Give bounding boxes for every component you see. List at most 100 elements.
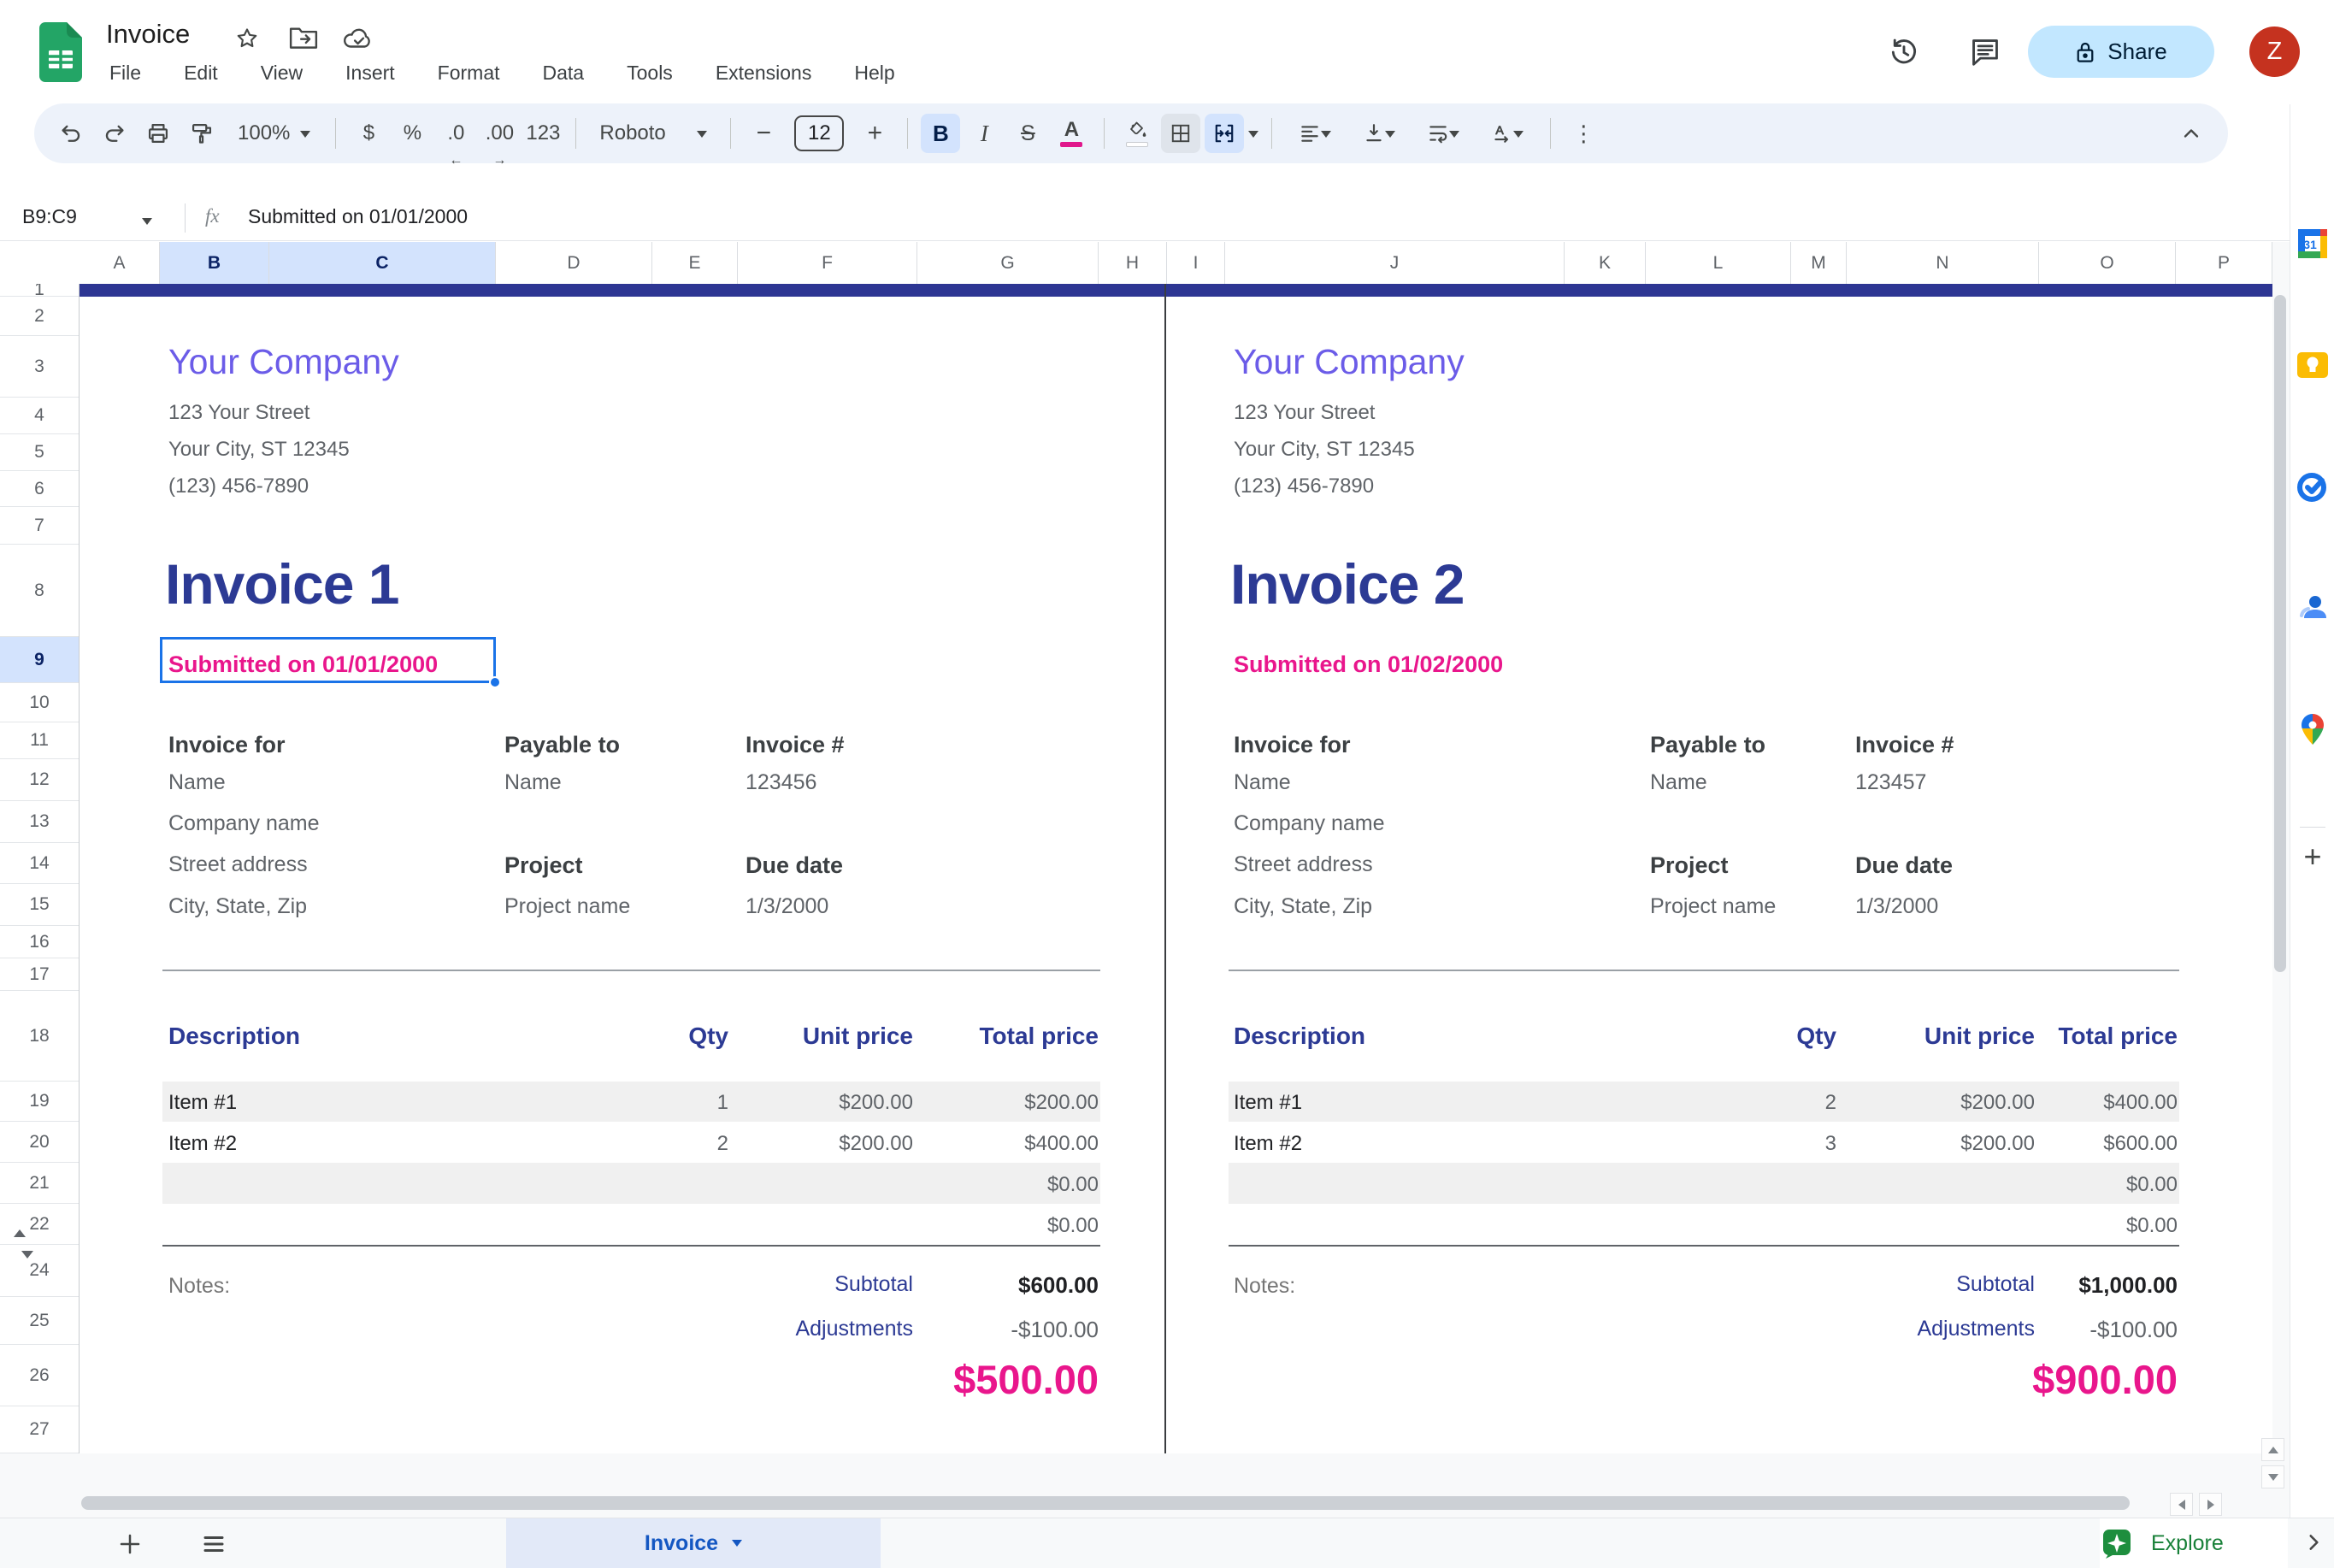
horizontal-align-button[interactable] [1285, 114, 1345, 153]
column-header-N[interactable]: N [1847, 242, 2039, 284]
adjustments-value[interactable]: -$100.00 [808, 1317, 1099, 1343]
adjustments-value[interactable]: -$100.00 [1887, 1317, 2178, 1343]
invoice-number-label[interactable]: Invoice # [746, 732, 845, 758]
grand-total[interactable]: $900.00 [1887, 1356, 2178, 1403]
vertical-scrollbar[interactable] [2274, 295, 2286, 972]
row-header-15[interactable]: 15 [0, 884, 79, 926]
company-street[interactable]: 123 Your Street [1234, 401, 1375, 425]
redo-button[interactable] [95, 114, 134, 153]
item-total[interactable]: $0.00 [808, 1214, 1099, 1238]
row-header-3[interactable]: 3 [0, 336, 79, 398]
star-icon[interactable] [234, 26, 260, 51]
merge-cells-button[interactable] [1205, 114, 1244, 153]
column-header-K[interactable]: K [1565, 242, 1646, 284]
decrease-font-size-button[interactable]: − [744, 114, 783, 153]
get-addons-button[interactable]: + [2297, 841, 2328, 872]
item-total[interactable]: $600.00 [1887, 1132, 2178, 1156]
bill-name[interactable]: Name [168, 770, 226, 795]
col-description[interactable]: Description [168, 1023, 300, 1050]
row-header-18[interactable]: 18 [0, 991, 79, 1082]
item-desc[interactable]: Item #2 [168, 1132, 237, 1156]
project-label[interactable]: Project [504, 852, 583, 879]
font-select[interactable]: Roboto [589, 114, 717, 153]
row-header-25[interactable]: 25 [0, 1297, 79, 1345]
due-date-label[interactable]: Due date [1855, 852, 1953, 879]
fill-handle[interactable] [489, 676, 501, 688]
row-header-2[interactable]: 2 [0, 297, 79, 336]
vertical-align-button[interactable] [1349, 114, 1409, 153]
version-history-icon[interactable] [1888, 36, 1920, 68]
row-header-14[interactable]: 14 [0, 843, 79, 884]
row-header-11[interactable]: 11 [0, 722, 79, 759]
formula-input[interactable]: Submitted on 01/01/2000 [248, 205, 468, 228]
item-total[interactable]: $0.00 [808, 1173, 1099, 1197]
paint-format-button[interactable] [182, 114, 221, 153]
hidden-row-expand-up-button[interactable] [14, 1229, 26, 1237]
column-header-M[interactable]: M [1791, 242, 1847, 284]
invoice-number-label[interactable]: Invoice # [1855, 732, 1954, 758]
due-date[interactable]: 1/3/2000 [746, 894, 828, 919]
column-header-E[interactable]: E [652, 242, 738, 284]
column-header-H[interactable]: H [1099, 242, 1167, 284]
column-header-F[interactable]: F [738, 242, 917, 284]
item-desc[interactable]: Item #1 [1234, 1091, 1302, 1115]
notes-label[interactable]: Notes: [1234, 1274, 1295, 1299]
text-rotation-button[interactable]: A [1477, 114, 1537, 153]
column-header-D[interactable]: D [496, 242, 652, 284]
horizontal-scrollbar[interactable] [81, 1496, 2130, 1510]
borders-button[interactable] [1161, 114, 1200, 153]
column-header-C[interactable]: C [269, 242, 496, 284]
scroll-down-button[interactable] [2261, 1465, 2284, 1488]
row-header-8[interactable]: 8 [0, 545, 79, 637]
bill-company[interactable]: Company name [1234, 811, 1384, 836]
bill-city[interactable]: City, State, Zip [1234, 894, 1372, 919]
row-header-26[interactable]: 26 [0, 1345, 79, 1406]
column-header-A[interactable]: A [80, 242, 160, 284]
contacts-icon[interactable] [2294, 589, 2331, 627]
invoice-for-label[interactable]: Invoice for [168, 732, 286, 758]
explore-button[interactable]: Explore [2100, 1518, 2288, 1568]
merge-options-caret[interactable] [1248, 131, 1258, 143]
bill-company[interactable]: Company name [168, 811, 319, 836]
menu-file[interactable]: File [103, 58, 148, 88]
format-percent-button[interactable]: % [392, 114, 432, 153]
project-name[interactable]: Project name [1650, 894, 1776, 919]
row-header-19[interactable]: 19 [0, 1082, 79, 1122]
column-header-P[interactable]: P [2176, 242, 2272, 284]
company-street[interactable]: 123 Your Street [168, 401, 309, 425]
format-currency-button[interactable]: $ [349, 114, 388, 153]
item-total[interactable]: $0.00 [1887, 1214, 2178, 1238]
invoice-number[interactable]: 123457 [1855, 770, 1926, 795]
scroll-left-button[interactable] [2170, 1493, 2193, 1516]
bill-street[interactable]: Street address [168, 852, 308, 877]
text-wrap-button[interactable] [1413, 114, 1473, 153]
number-format-button[interactable]: 123 [523, 114, 563, 153]
print-button[interactable] [139, 114, 178, 153]
item-total[interactable]: $400.00 [808, 1132, 1099, 1156]
tasks-icon[interactable] [2294, 468, 2331, 505]
row-header-16[interactable]: 16 [0, 926, 79, 958]
increase-font-size-button[interactable]: + [855, 114, 894, 153]
row-header-5[interactable]: 5 [0, 434, 79, 471]
collapse-toolbar-button[interactable] [2172, 114, 2211, 153]
due-date-label[interactable]: Due date [746, 852, 843, 879]
col-total-price[interactable]: Total price [808, 1023, 1099, 1050]
expand-panel-chevron[interactable] [2296, 1525, 2331, 1559]
row-header-6[interactable]: 6 [0, 471, 79, 507]
row-header-4[interactable]: 4 [0, 398, 79, 434]
submitted-date[interactable]: Submitted on 01/02/2000 [1234, 651, 1503, 678]
item-total[interactable]: $400.00 [1887, 1091, 2178, 1115]
row-header-22[interactable]: 22 [0, 1204, 79, 1245]
font-size-input[interactable]: 12 [794, 115, 844, 151]
text-color-button[interactable]: A [1052, 114, 1091, 153]
column-header-J[interactable]: J [1225, 242, 1565, 284]
payable-name[interactable]: Name [504, 770, 562, 795]
calendar-icon[interactable]: 31 [2294, 225, 2331, 262]
cloud-saved-icon[interactable] [342, 26, 376, 50]
column-header-I[interactable]: I [1167, 242, 1225, 284]
item-desc[interactable]: Item #1 [168, 1091, 237, 1115]
bill-name[interactable]: Name [1234, 770, 1291, 795]
invoice-title[interactable]: Invoice 1 [165, 551, 398, 616]
sheets-logo-icon[interactable] [39, 22, 82, 84]
row-header-1[interactable]: 1 [0, 284, 79, 297]
